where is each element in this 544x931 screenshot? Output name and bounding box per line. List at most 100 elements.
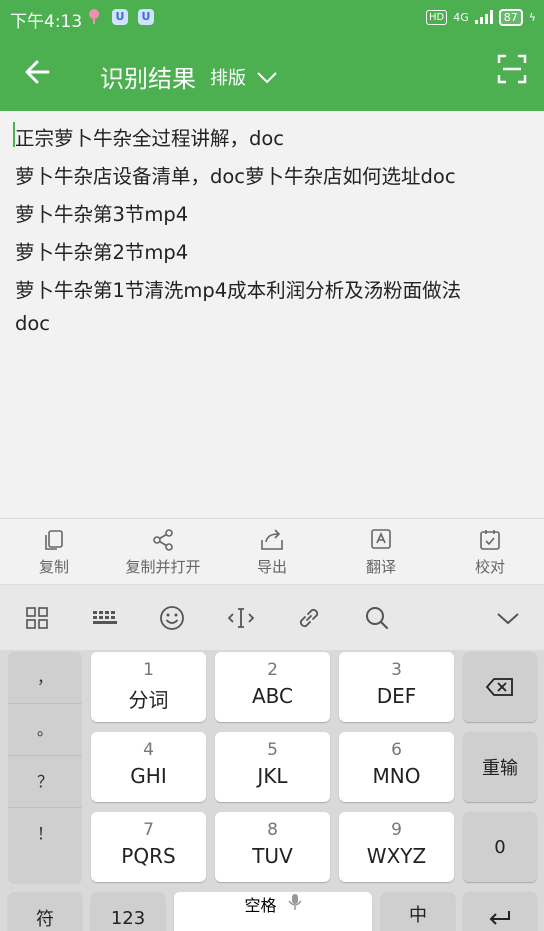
backspace-icon	[485, 678, 513, 696]
key-number: 5	[267, 740, 278, 760]
result-line: 正宗萝卜牛杂全过程讲解，doc	[15, 127, 285, 150]
result-line: doc	[15, 312, 51, 335]
key-number: 8	[267, 820, 278, 840]
translate-button[interactable]: 翻译	[327, 519, 435, 585]
export-icon	[261, 529, 283, 550]
key-letters: WXYZ	[366, 844, 427, 868]
battery-icon: 87	[498, 8, 523, 26]
cursor-icon[interactable]	[227, 604, 255, 632]
chevron-down-icon	[257, 72, 277, 84]
symbol-key[interactable]: 符	[8, 892, 82, 931]
key-5[interactable]: 5 JKL	[215, 732, 330, 802]
text-cursor	[13, 122, 15, 147]
result-text-area[interactable]: 正宗萝卜牛杂全过程讲解，doc 萝卜牛杂店设备清单，doc萝卜牛杂店如何选址do…	[0, 111, 544, 518]
proofread-label: 校对	[474, 558, 505, 576]
symbol-key-label: 符	[36, 909, 54, 930]
scan-icon[interactable]	[497, 54, 527, 84]
export-label: 导出	[256, 558, 287, 576]
key-7[interactable]: 7 PQRS	[91, 812, 206, 882]
key-letters: JKL	[257, 764, 288, 788]
reenter-label: 重输	[482, 758, 518, 779]
export-button[interactable]: 导出	[218, 519, 326, 585]
app-notification-icon: U	[112, 9, 128, 25]
chevron-down-icon[interactable]	[494, 604, 522, 632]
hd-badge: HD	[425, 9, 448, 25]
translate-label: 翻译	[365, 558, 396, 576]
copy-button[interactable]: 复制	[0, 519, 108, 585]
symbol-exclaim[interactable]: ！	[8, 808, 82, 860]
signal-icon	[474, 10, 493, 24]
key-2[interactable]: 2 ABC	[215, 652, 330, 722]
num-key[interactable]: 123	[91, 892, 165, 931]
link-icon[interactable]	[295, 604, 323, 632]
reenter-key[interactable]: 重输	[463, 732, 537, 802]
copy-label: 复制	[38, 558, 69, 576]
emoji-icon[interactable]	[158, 604, 186, 632]
status-time: 下午4:13	[10, 12, 83, 32]
proofread-button[interactable]: 校对	[436, 519, 544, 585]
translate-icon	[371, 529, 391, 549]
lang-key[interactable]: 中	[381, 892, 455, 931]
copy-and-open-button[interactable]: 复制并打开	[109, 519, 217, 585]
key-number: 3	[391, 660, 402, 680]
key-letters: DEF	[376, 684, 417, 708]
key-1[interactable]: 1 分词	[91, 652, 206, 722]
key-3[interactable]: 3 DEF	[339, 652, 454, 722]
result-line: 萝卜牛杂第2节mp4	[15, 241, 189, 264]
symbol-question[interactable]: ？	[8, 756, 82, 808]
action-bar: 复制 复制并打开 导出 翻译 校对	[0, 518, 544, 584]
key-4[interactable]: 4 GHI	[91, 732, 206, 802]
app-notification-icon: U	[138, 9, 154, 25]
result-line: 萝卜牛杂第3节mp4	[15, 203, 189, 226]
symbol-comma[interactable]: ，	[8, 652, 82, 704]
key-letters: PQRS	[121, 844, 176, 868]
copy-icon	[45, 530, 63, 550]
status-indicators: HD 4G 87 ϟ	[425, 6, 536, 28]
battery-level: 87	[503, 10, 518, 24]
symbol-period[interactable]: 。	[8, 704, 82, 756]
space-label: 空格	[244, 896, 277, 915]
key-letters: GHI	[130, 764, 167, 788]
backspace-key[interactable]	[463, 652, 537, 722]
app-bar: 识别结果 排版	[0, 34, 544, 111]
key-number: 1	[143, 660, 154, 680]
num-key-label: 123	[110, 907, 146, 929]
enter-key[interactable]	[463, 892, 537, 931]
layout-label: 排版	[210, 68, 246, 89]
key-letters: ABC	[251, 684, 293, 708]
location-pin-icon	[89, 9, 99, 24]
key-letters: TUV	[252, 844, 293, 868]
zero-key[interactable]: 0	[463, 812, 537, 882]
charging-icon: ϟ	[528, 10, 536, 24]
search-icon[interactable]	[363, 604, 391, 632]
share-icon	[153, 529, 173, 551]
key-number: 6	[391, 740, 402, 760]
key-6[interactable]: 6 MNO	[339, 732, 454, 802]
keyboard-toolbar	[0, 584, 544, 650]
space-key-label: 空格	[174, 892, 372, 916]
key-number: 4	[143, 740, 154, 760]
keyboard-icon[interactable]	[91, 604, 119, 632]
zero-label: 0	[494, 836, 506, 858]
key-number: 2	[267, 660, 278, 680]
network-type: 4G	[453, 10, 469, 24]
copy-and-open-label: 复制并打开	[125, 558, 201, 576]
keyboard: ， 。 ？ ！ 1 分词 2 ABC 3 DEF 4 GHI 5 JKL 6 M…	[0, 650, 544, 931]
symbol-column[interactable]: ， 。 ？ ！	[8, 652, 82, 884]
space-key[interactable]: 空格	[174, 892, 372, 931]
key-9[interactable]: 9 WXYZ	[339, 812, 454, 882]
result-line: 萝卜牛杂店设备清单，doc萝卜牛杂店如何选址doc	[15, 165, 456, 188]
result-line: 萝卜牛杂第1节清洗mp4成本利润分析及汤粉面做法	[15, 279, 462, 302]
status-bar: 下午4:13 U U HD 4G 87 ϟ	[0, 0, 544, 34]
page-title: 识别结果	[100, 65, 196, 93]
key-number: 7	[143, 820, 154, 840]
microphone-icon	[287, 894, 302, 910]
key-8[interactable]: 8 TUV	[215, 812, 330, 882]
back-arrow-icon[interactable]	[20, 54, 56, 90]
proofread-icon	[480, 530, 500, 550]
lang-key-label: 中	[409, 905, 427, 926]
key-letters: 分词	[128, 688, 169, 712]
key-number: 9	[391, 820, 402, 840]
layout-dropdown[interactable]: 排版	[210, 64, 278, 90]
grid-icon[interactable]	[23, 604, 51, 632]
